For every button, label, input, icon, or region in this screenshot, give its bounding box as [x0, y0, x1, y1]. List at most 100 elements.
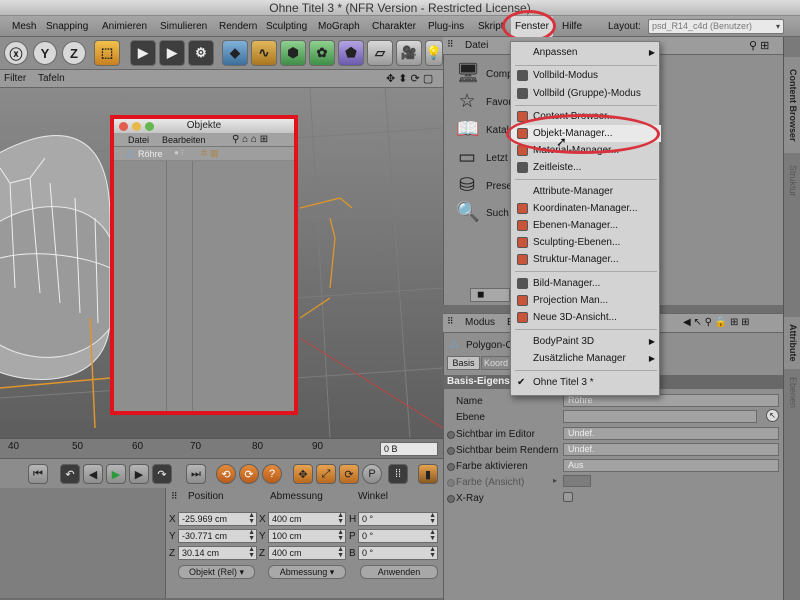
apply-button[interactable]: Anwenden — [360, 565, 438, 579]
visibility-dots-icon[interactable]: ● ⁝ — [174, 148, 184, 157]
side-tab-ebenen[interactable]: Ebenen — [784, 373, 800, 413]
viewport-nav-icons[interactable]: ✥ ⬍ ⟳ ▢ — [386, 70, 433, 88]
menu-sculpting[interactable]: Sculpting — [266, 16, 307, 37]
attr-nav-icons[interactable]: ◀ ↖ ⚲ 🔒 ⊞ ⊞ — [683, 314, 750, 332]
stepper-icon[interactable]: ▲ ▼ — [429, 512, 436, 525]
attr-menu-modus[interactable]: Modus — [465, 314, 495, 332]
param-key-button[interactable]: P — [362, 464, 382, 484]
color-swatch[interactable] — [563, 475, 591, 487]
size-z-field[interactable]: 400 cm ▲ ▼ — [268, 546, 346, 560]
attr-color-select[interactable]: Aus — [563, 459, 779, 472]
deformer-button[interactable]: ⬟ — [338, 40, 364, 66]
attr-editor-select[interactable]: Undef. — [563, 427, 779, 440]
stepper-icon[interactable]: ▲ ▼ — [248, 529, 255, 542]
size-x-field[interactable]: 400 cm ▲ ▼ — [268, 512, 346, 526]
menu-item-bild-manager[interactable]: Bild-Manager... — [511, 275, 661, 292]
size-mode-select[interactable]: Abmessung ▾ — [268, 565, 346, 579]
menu-item-content-browser[interactable]: Content Browser... — [511, 108, 661, 125]
attr-tab-koord[interactable]: Koord — [481, 356, 511, 370]
goto-end-button[interactable]: ⏭ — [186, 464, 206, 484]
prev-frame-button[interactable]: ◀ — [83, 464, 103, 484]
render-view-button[interactable]: ▶ — [130, 40, 156, 66]
attr-tab-basis[interactable]: Basis — [447, 356, 480, 370]
menu-item-anpassen[interactable]: Anpassen ▶ — [511, 44, 661, 61]
side-tab-content-browser[interactable]: Content Browser — [784, 57, 800, 153]
cb-menu-datei[interactable]: Datei — [465, 37, 488, 55]
camera-button[interactable]: 🎥 — [396, 40, 422, 66]
zoom-dot-icon[interactable] — [145, 122, 154, 131]
menu-fenster[interactable]: Fenster — [511, 16, 553, 37]
radio-icon[interactable] — [447, 431, 455, 439]
stepper-icon[interactable]: ▲ ▼ — [337, 512, 344, 525]
next-key-button[interactable]: ↷ — [152, 464, 172, 484]
minimize-dot-icon[interactable] — [132, 122, 141, 131]
scale-key-button[interactable]: ⤢ — [316, 464, 336, 484]
cb-row-favoriten[interactable]: ☆ Favor — [456, 89, 511, 115]
timeline-ruler[interactable]: 40 50 60 70 80 90 0 B — [0, 438, 443, 458]
menu-item-objekt-manager[interactable]: Objekt-Manager... — [511, 125, 661, 142]
radio-icon[interactable] — [447, 479, 455, 487]
render-settings-button[interactable]: ⚙ — [188, 40, 214, 66]
radio-icon[interactable] — [447, 447, 455, 455]
menu-plugins[interactable]: Plug-ins — [428, 16, 464, 37]
menu-item-zeitleiste[interactable]: Zeitleiste... — [511, 159, 661, 176]
angle-b-field[interactable]: 0 ° ▲ ▼ — [358, 546, 438, 560]
render-picture-viewer-button[interactable]: ▶ — [159, 40, 185, 66]
cb-row-letzte[interactable]: ▭ Letzt — [456, 145, 508, 171]
record-button[interactable]: ⟲ — [216, 464, 236, 484]
menu-item-vollbild-gruppe[interactable]: Vollbild (Gruppe)-Modus — [511, 85, 661, 102]
play-button[interactable]: ▶ — [106, 464, 126, 484]
menu-skript[interactable]: Skript — [478, 16, 504, 37]
cube-button[interactable]: ◆ — [222, 40, 248, 66]
object-row-roehre[interactable]: △ Röhre ● ⁝ ✲ ▦ — [114, 147, 294, 161]
menu-hilfe[interactable]: Hilfe — [562, 16, 582, 37]
object-manager-nav-icons[interactable]: ⚲ ⌂ ⌂ ⊞ — [232, 133, 268, 147]
stepper-icon[interactable]: ▲ ▼ — [248, 512, 255, 525]
attr-layer-field[interactable] — [563, 410, 757, 423]
close-dot-icon[interactable] — [119, 122, 128, 131]
angle-h-field[interactable]: 0 ° ▲ ▼ — [358, 512, 438, 526]
menu-item-neue-3d-ansicht[interactable]: Neue 3D-Ansicht... — [511, 309, 661, 326]
menu-rendern[interactable]: Rendern — [219, 16, 257, 37]
current-frame-field[interactable]: 0 B — [380, 442, 438, 456]
viewport-menu-tafeln[interactable]: Tafeln — [38, 70, 65, 88]
object-manager-titlebar[interactable]: Objekte — [114, 119, 294, 133]
object-menu-bearbeiten[interactable]: Bearbeiten — [162, 133, 206, 147]
light-button[interactable]: 💡 — [425, 40, 443, 66]
cb-row-suche[interactable]: 🔍 Such — [456, 200, 509, 226]
stepper-icon[interactable]: ▲ ▼ — [429, 546, 436, 559]
side-tab-struktur[interactable]: Struktur — [784, 159, 800, 203]
position-z-field[interactable]: 30.14 cm ▲ ▼ — [178, 546, 257, 560]
stepper-icon[interactable]: ▲ ▼ — [248, 546, 255, 559]
array-button[interactable]: ✿ — [309, 40, 335, 66]
coord-mode-select[interactable]: Objekt (Rel) ▾ — [178, 565, 255, 579]
attr-render-select[interactable]: Undef. — [563, 443, 779, 456]
size-y-field[interactable]: 100 cm ▲ ▼ — [268, 529, 346, 543]
radio-icon[interactable] — [447, 495, 455, 503]
timeline-button[interactable]: ▮ — [418, 464, 438, 484]
cb-nav-icons[interactable]: ⚲ ⊞ — [749, 37, 769, 55]
lock-z-axis-button[interactable]: Z — [62, 41, 86, 65]
layout-select[interactable]: psd_R14_c4d (Benutzer) ▾ — [648, 19, 784, 34]
position-y-field[interactable]: -30.771 cm ▲ ▼ — [178, 529, 257, 543]
stepper-icon[interactable]: ▲ ▼ — [337, 529, 344, 542]
pla-key-button[interactable]: ⁞⁞ — [388, 464, 408, 484]
angle-p-field[interactable]: 0 ° ▲ ▼ — [358, 529, 438, 543]
tag-icons[interactable]: ✲ ▦ — [200, 148, 219, 159]
menu-item-material-manager[interactable]: Material-Manager... — [511, 142, 661, 159]
menu-item-sculpting-ebenen[interactable]: Sculpting-Ebenen... — [511, 234, 661, 251]
spline-button[interactable]: ∿ — [251, 40, 277, 66]
rotate-key-button[interactable]: ⟳ — [339, 464, 359, 484]
radio-icon[interactable] — [447, 463, 455, 471]
lock-y-axis-button[interactable]: Y — [33, 41, 57, 65]
menu-item-struktur-manager[interactable]: Struktur-Manager... — [511, 251, 661, 268]
nurbs-button[interactable]: ⬢ — [280, 40, 306, 66]
side-tab-attribute[interactable]: Attribute — [784, 317, 800, 369]
expand-arrow-icon[interactable]: ▸ — [553, 476, 557, 485]
world-coord-button[interactable]: ⬚ — [94, 40, 120, 66]
goto-start-button[interactable]: ⏮ — [28, 464, 48, 484]
position-x-field[interactable]: -25.969 cm ▲ ▼ — [178, 512, 257, 526]
menu-item-bodypaint[interactable]: BodyPaint 3D ▶ — [511, 333, 661, 350]
menu-item-attribute-manager[interactable]: Attribute-Manager — [511, 183, 661, 200]
cb-row-computer[interactable]: 🖥 Comp — [456, 61, 513, 87]
